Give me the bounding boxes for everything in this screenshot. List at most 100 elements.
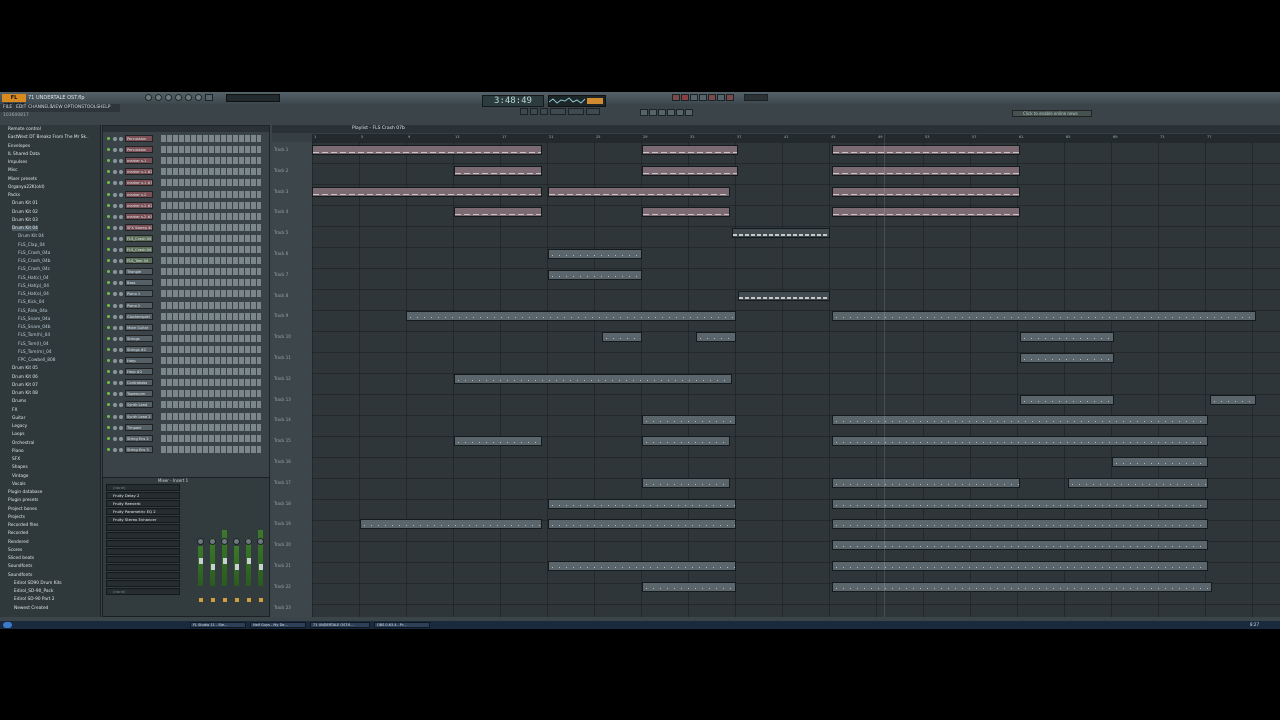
channel-pan-knob[interactable] xyxy=(113,359,117,363)
pattern-clip[interactable] xyxy=(642,581,736,592)
browser-folder[interactable]: Guitar xyxy=(12,416,25,421)
channel-volume-knob[interactable] xyxy=(119,159,123,164)
step-sequencer-steps[interactable] xyxy=(161,179,261,187)
mixer-fx-slot[interactable] xyxy=(106,556,180,563)
channel-name-button[interactable]: Timpani xyxy=(125,423,153,431)
browser-file[interactable]: FPC_Cowbell_808 xyxy=(18,358,55,363)
mixer-pan-knob[interactable] xyxy=(233,538,240,545)
swing-knob[interactable] xyxy=(165,94,172,101)
step-edit-button[interactable] xyxy=(726,94,734,101)
browser-folder[interactable]: Organya22K(old) xyxy=(8,185,45,190)
track-label[interactable]: Track 13 xyxy=(274,397,291,402)
pattern-clip[interactable] xyxy=(454,207,542,218)
step-sequencer-steps[interactable] xyxy=(161,301,261,309)
song-mode-button[interactable] xyxy=(568,108,584,115)
channel-volume-knob[interactable] xyxy=(119,259,123,264)
channel-volume-knob[interactable] xyxy=(119,447,123,452)
channel-name-button[interactable]: String Ens 2 xyxy=(125,434,153,442)
track-label[interactable]: Track 15 xyxy=(274,438,291,443)
pattern-clip[interactable] xyxy=(312,186,542,197)
channel-name-button[interactable]: Contrabass xyxy=(125,379,153,387)
pattern-clip[interactable] xyxy=(642,207,730,218)
channel-pan-knob[interactable] xyxy=(113,370,117,375)
step-sequencer-steps[interactable] xyxy=(161,390,261,398)
mixer-send-indicator[interactable] xyxy=(247,598,251,602)
channel-volume-knob[interactable] xyxy=(119,270,123,275)
browser-file[interactable]: FLS_Hat(c)_04 xyxy=(18,276,49,281)
pattern-clip[interactable] xyxy=(1020,394,1114,405)
channel-mute-led[interactable] xyxy=(107,447,110,451)
channel-name-button[interactable]: marker s.1 xyxy=(125,157,153,165)
pitch-knob[interactable] xyxy=(155,94,162,101)
timeline-ruler[interactable]: 1 5 9 13 17 21 25 29 33 37 41 45 49 53 57 61 65 69 73 77 xyxy=(312,134,1280,142)
browser-file[interactable]: FLS_Hat(o)_04 xyxy=(18,292,49,297)
step-sequencer-steps[interactable] xyxy=(161,190,261,198)
channel-pan-knob[interactable] xyxy=(113,203,117,208)
track-label[interactable]: Track 7 xyxy=(274,272,288,277)
browser-file[interactable]: FLS_Tom(l)_04 xyxy=(18,342,49,347)
pattern-clip[interactable] xyxy=(454,436,542,447)
browser-folder[interactable]: Shapes xyxy=(12,465,28,470)
channel-name-button[interactable]: Mute Guitar xyxy=(125,323,153,331)
channel-pan-knob[interactable] xyxy=(113,336,117,341)
channel-name-button[interactable]: Percussion xyxy=(125,146,153,154)
step-sequencer-steps[interactable] xyxy=(161,146,261,154)
channel-mute-led[interactable] xyxy=(107,392,110,396)
channel-volume-knob[interactable] xyxy=(119,181,123,186)
pattern-clip[interactable] xyxy=(696,332,736,343)
browser-folder[interactable]: Newest Created xyxy=(14,606,48,611)
channel-volume-knob[interactable] xyxy=(119,203,123,208)
track-label[interactable]: Track 17 xyxy=(274,480,291,485)
track-label[interactable]: Track 16 xyxy=(274,459,291,464)
pattern-clip[interactable] xyxy=(548,519,736,530)
channel-mute-led[interactable] xyxy=(107,181,110,185)
browser-folder[interactable]: Vocals xyxy=(12,482,26,487)
channel-mute-led[interactable] xyxy=(107,381,110,385)
browser-folder[interactable]: Impulses xyxy=(8,160,27,165)
channel-name-button[interactable]: Piano 2 xyxy=(125,301,153,309)
browser-folder[interactable]: Scores xyxy=(8,548,22,553)
channel-mute-led[interactable] xyxy=(107,303,110,307)
step-sequencer-steps[interactable] xyxy=(161,401,261,409)
channel-volume-knob[interactable] xyxy=(119,359,123,363)
browser-folder[interactable]: Remote control xyxy=(8,127,41,132)
channel-mute-led[interactable] xyxy=(107,314,110,318)
browser-folder[interactable]: Packs xyxy=(8,193,20,198)
mixer-fx-slot[interactable]: (none) xyxy=(106,484,180,491)
mixer-send-indicator[interactable] xyxy=(235,598,239,602)
step-sequencer-steps[interactable] xyxy=(161,257,261,265)
track-label[interactable]: Track 23 xyxy=(274,605,291,610)
step-sequencer-steps[interactable] xyxy=(161,357,261,364)
step-sequencer-steps[interactable] xyxy=(161,279,261,287)
browser-file[interactable]: FLS_Snare_04b xyxy=(18,325,51,330)
step-sequencer-steps[interactable] xyxy=(161,412,261,420)
pattern-clip[interactable] xyxy=(1068,477,1208,488)
pattern-clip[interactable] xyxy=(360,519,542,530)
browser-file[interactable]: Drum Kit 04 xyxy=(18,234,44,239)
track-label[interactable]: Track 14 xyxy=(274,417,291,422)
pattern-clip[interactable] xyxy=(738,290,830,301)
channel-pan-knob[interactable] xyxy=(113,148,117,153)
pattern-clip[interactable] xyxy=(1210,394,1256,405)
browser-folder[interactable]: Misc xyxy=(8,168,18,173)
browser-folder[interactable]: Edirol SD90 Drum Kits xyxy=(14,581,62,586)
pattern-clip[interactable] xyxy=(1020,353,1114,363)
channel-pan-knob[interactable] xyxy=(113,303,117,308)
channel-volume-knob[interactable] xyxy=(119,137,123,141)
channel-pan-knob[interactable] xyxy=(113,248,117,252)
track-label[interactable]: Track 18 xyxy=(274,501,291,506)
channel-mute-led[interactable] xyxy=(107,192,110,196)
step-sequencer-steps[interactable] xyxy=(161,290,261,298)
pattern-clip[interactable] xyxy=(832,519,1208,530)
browser-folder[interactable]: Drum Kit 05 xyxy=(12,366,38,371)
pattern-clip[interactable] xyxy=(832,186,1020,197)
channel-name-button[interactable]: Bass xyxy=(125,279,153,287)
pattern-clip[interactable] xyxy=(548,498,736,509)
track-label[interactable]: Track 19 xyxy=(274,521,291,526)
browser-file[interactable]: FLS_Crash_04a xyxy=(18,251,50,256)
browser-folder[interactable]: Edirol_SD-90_Pack xyxy=(14,589,53,594)
pattern-clip[interactable] xyxy=(454,373,732,384)
browser-folder[interactable]: Drum Kit 02 xyxy=(12,210,38,215)
channel-pan-knob[interactable] xyxy=(113,292,117,297)
mixer-send-indicator[interactable] xyxy=(223,598,227,602)
